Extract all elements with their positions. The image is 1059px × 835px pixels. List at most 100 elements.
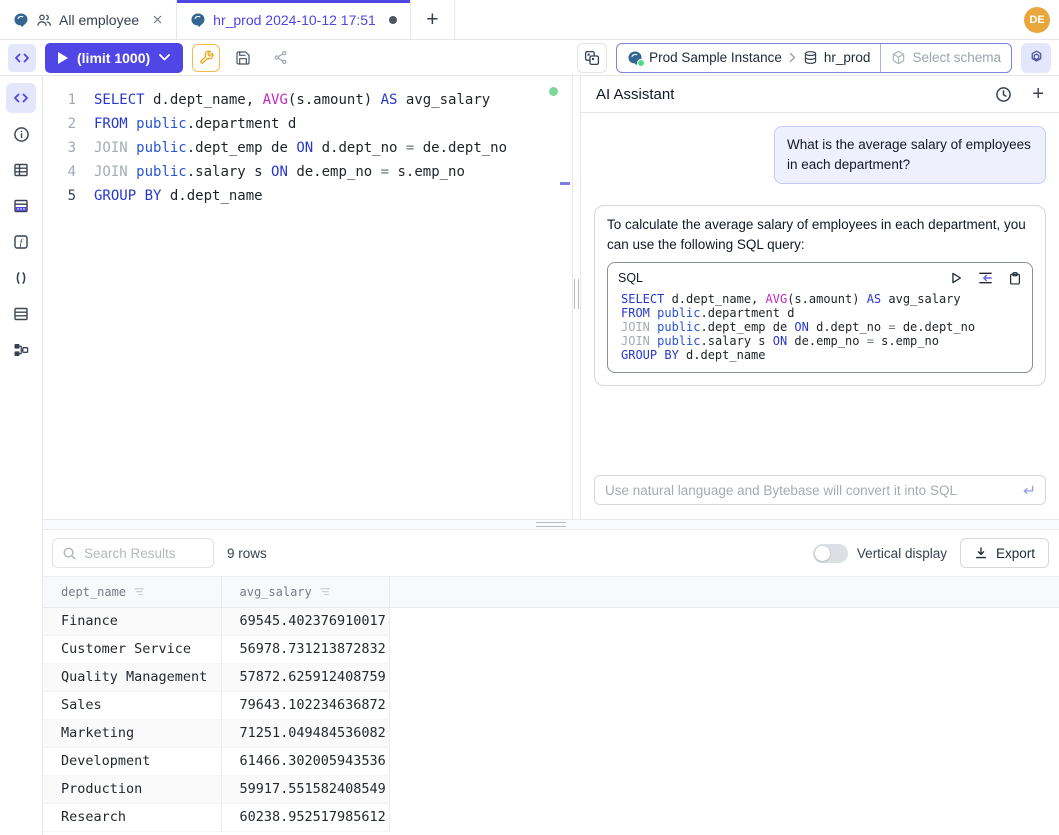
dept-name-cell[interactable]: Research: [43, 803, 221, 831]
vertical-resize-handle[interactable]: [573, 76, 581, 519]
dept-name-cell[interactable]: Development: [43, 747, 221, 775]
save-sheet-button[interactable]: [229, 44, 257, 72]
ai-assistant-header: AI Assistant +: [581, 76, 1059, 113]
dept-name-cell[interactable]: Production: [43, 775, 221, 803]
filler-cell: [389, 635, 1059, 663]
avg-salary-cell[interactable]: 61466.302005943536: [221, 747, 389, 775]
close-icon[interactable]: [152, 14, 163, 25]
column-header[interactable]: avg_salary: [221, 577, 389, 607]
tab-label: hr_prod 2024-10-12 17:51: [213, 12, 376, 28]
format-sql-button[interactable]: [192, 44, 220, 72]
dept-name-cell[interactable]: Sales: [43, 691, 221, 719]
copy-icon: [1008, 271, 1022, 286]
avg-salary-cell[interactable]: 59917.551582408549: [221, 775, 389, 803]
share-icon: [273, 50, 288, 65]
ai-code-block: SQL: [607, 262, 1033, 373]
dept-name-cell[interactable]: Marketing: [43, 719, 221, 747]
table-row: Production59917.551582408549: [43, 775, 1059, 803]
table-row: Quality Management57872.625912408759: [43, 663, 1059, 691]
drag-grip-icon: [536, 522, 566, 527]
user-avatar[interactable]: DE: [1024, 7, 1050, 33]
filler-cell: [389, 691, 1059, 719]
dept-name-cell[interactable]: Customer Service: [43, 635, 221, 663]
instance-name: Prod Sample Instance: [649, 50, 782, 65]
column-header-filler: [389, 577, 1059, 607]
ai-prompt-input[interactable]: [605, 483, 1012, 498]
schema-diagram-icon: [13, 342, 29, 358]
function-icon: f: [13, 234, 29, 250]
export-button[interactable]: Export: [960, 538, 1049, 568]
tab-hr-prod[interactable]: hr_prod 2024-10-12 17:51: [177, 0, 411, 39]
results-toolbar: 9 rows Vertical display Export: [43, 530, 1059, 576]
drag-grip-icon: [574, 279, 579, 309]
avg-salary-cell[interactable]: 79643.102234636872: [221, 691, 389, 719]
vertical-display-toggle[interactable]: [813, 544, 848, 563]
sidebar-item-tables[interactable]: [6, 155, 36, 185]
run-code-button[interactable]: [949, 271, 963, 285]
sort-icon: [319, 587, 331, 597]
avg-salary-cell[interactable]: 69545.402376910017: [221, 607, 389, 635]
editor-line[interactable]: 2FROM public.department d: [43, 112, 572, 136]
dept-name-cell[interactable]: Finance: [43, 607, 221, 635]
filler-cell: [389, 803, 1059, 831]
column-header[interactable]: dept_name: [43, 577, 221, 607]
horizontal-resize-handle[interactable]: [43, 519, 1059, 530]
tab-all-employee[interactable]: All employee: [0, 0, 177, 39]
submit-return-icon[interactable]: [1020, 484, 1035, 497]
batch-query-button[interactable]: [577, 43, 607, 73]
ai-code-line: GROUP BY d.dept_name: [621, 348, 1022, 362]
overview-ruler-mark: [560, 182, 570, 185]
results-grid: dept_name avg_salary Finance69545.4023769…: [43, 576, 1059, 835]
sidebar-item-functions[interactable]: f: [6, 227, 36, 257]
ai-code-line: FROM public.department d: [621, 306, 1022, 320]
dept-name-cell[interactable]: Quality Management: [43, 663, 221, 691]
filler-cell: [389, 607, 1059, 635]
code-editor-icon: [13, 90, 29, 106]
ai-response-text: To calculate the average salary of emplo…: [607, 217, 1026, 252]
save-icon: [235, 50, 251, 66]
results-header-row: dept_name avg_salary: [43, 577, 1059, 607]
ai-input-row: [581, 475, 1059, 519]
run-query-button[interactable]: (limit 1000): [45, 43, 183, 73]
code-panel-toggle-button[interactable]: [8, 44, 36, 72]
sidebar-item-procedures[interactable]: [6, 263, 36, 293]
row-count: 9 rows: [227, 546, 267, 561]
insert-into-editor-icon: [978, 271, 993, 285]
instance-database-selector[interactable]: Prod Sample Instance hr_prod: [617, 44, 880, 72]
line-number: 1: [43, 88, 76, 112]
results-search-input[interactable]: [84, 546, 204, 561]
column-label: dept_name: [61, 585, 126, 599]
new-tab-button[interactable]: +: [411, 0, 455, 39]
share-button[interactable]: [266, 44, 294, 72]
connection-selector[interactable]: Prod Sample Instance hr_prod Select sche…: [616, 43, 1012, 73]
schema-selector[interactable]: Select schema: [881, 44, 1011, 72]
sidebar-item-views[interactable]: [6, 299, 36, 329]
editor-line[interactable]: 4JOIN public.salary s ON de.emp_no = s.e…: [43, 160, 572, 184]
editor-line[interactable]: 1SELECT d.dept_name, AVG(s.amount) AS av…: [43, 88, 572, 112]
avg-salary-cell[interactable]: 56978.731213872832: [221, 635, 389, 663]
editor-line[interactable]: 5GROUP BY d.dept_name: [43, 184, 572, 208]
left-sidebar: f: [0, 76, 43, 835]
insert-into-editor-button[interactable]: [978, 271, 993, 285]
ai-assistant-toggle-button[interactable]: [1021, 43, 1051, 73]
sidebar-item-worksheet[interactable]: [6, 83, 36, 113]
code-language-label: SQL: [618, 268, 949, 288]
chat-history-button[interactable]: [995, 86, 1012, 103]
sql-editor[interactable]: 1SELECT d.dept_name, AVG(s.amount) AS av…: [43, 76, 573, 519]
sidebar-item-table-data[interactable]: [6, 191, 36, 221]
sheet-icon: [13, 306, 29, 322]
search-icon: [62, 546, 77, 561]
batch-users-icon: [36, 12, 52, 28]
copy-code-button[interactable]: [1008, 271, 1022, 286]
history-clock-icon: [995, 86, 1012, 103]
editor-line[interactable]: 3JOIN public.dept_emp de ON d.dept_no = …: [43, 136, 572, 160]
avg-salary-cell[interactable]: 71251.049484536082: [221, 719, 389, 747]
ai-chat-area: What is the average salary of employees …: [581, 113, 1059, 475]
sidebar-item-info[interactable]: [6, 119, 36, 149]
avg-salary-cell[interactable]: 60238.952517985612: [221, 803, 389, 831]
avg-salary-cell[interactable]: 57872.625912408759: [221, 663, 389, 691]
download-icon: [974, 546, 988, 560]
new-chat-button[interactable]: +: [1032, 84, 1044, 104]
table-row: Research60238.952517985612: [43, 803, 1059, 831]
sidebar-item-schema-diagram[interactable]: [6, 335, 36, 365]
